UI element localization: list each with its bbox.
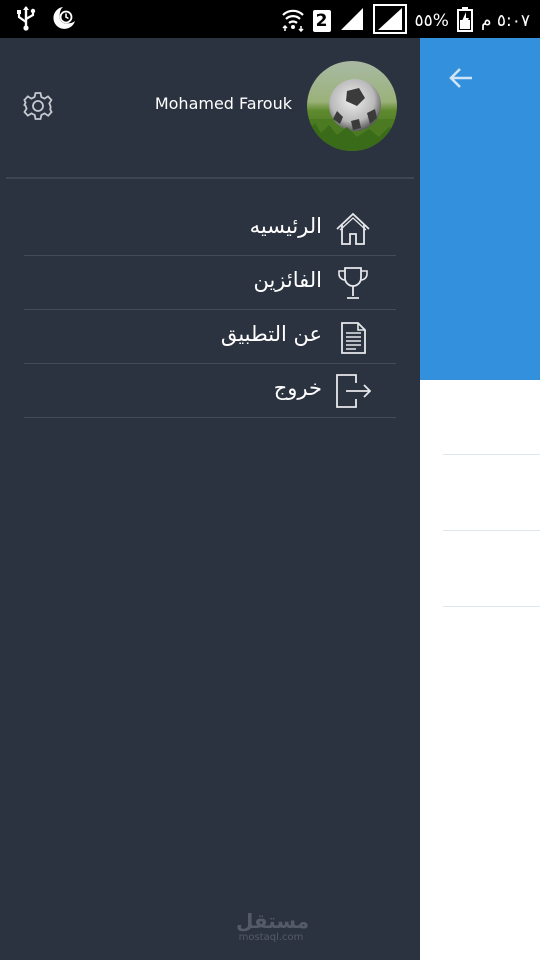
drawer-menu: الرئيسيه الفائزين عن التطبيق خروج <box>24 202 396 418</box>
watermark-logo: مستقل mostaql.com <box>236 909 310 943</box>
battery-charging-icon <box>456 6 473 36</box>
list-divider <box>443 606 540 607</box>
watermark-text: مستقل <box>236 909 310 933</box>
wifi-icon <box>281 6 305 36</box>
signal-icon <box>372 4 407 38</box>
settings-gear-icon[interactable] <box>22 90 54 122</box>
list-divider <box>443 454 540 455</box>
navigation-drawer: Mohamed Farouk الرئيسيه الفائزين عن التط… <box>0 38 420 960</box>
home-icon <box>334 210 372 248</box>
battery-percent: ٥٥% <box>414 11 449 31</box>
signal-icon <box>339 6 365 36</box>
menu-item-logout[interactable]: خروج <box>24 364 396 418</box>
menu-item-label: الفائزين <box>253 268 322 292</box>
alarm-icon <box>50 5 78 35</box>
watermark-subtext: mostaql.com <box>238 932 304 943</box>
menu-item-winners[interactable]: الفائزين <box>24 256 396 310</box>
usb-icon <box>14 5 38 35</box>
trophy-icon <box>334 264 372 302</box>
menu-item-home[interactable]: الرئيسيه <box>24 202 396 256</box>
app-content <box>420 380 540 960</box>
app-header <box>420 38 540 380</box>
user-name: Mohamed Farouk <box>154 94 292 113</box>
menu-item-about[interactable]: عن التطبيق <box>24 310 396 364</box>
avatar[interactable] <box>307 61 397 151</box>
logout-icon <box>334 372 372 410</box>
list-divider <box>443 530 540 531</box>
document-icon <box>334 318 372 356</box>
header-divider <box>6 177 414 179</box>
back-arrow-icon[interactable] <box>448 66 474 94</box>
status-bar: 2 ٥٥% ٥:٠٧ م <box>0 0 540 38</box>
menu-item-label: خروج <box>273 376 322 400</box>
sim-slot-badge: 2 <box>312 10 331 32</box>
clock: ٥:٠٧ م <box>480 11 530 31</box>
menu-item-label: عن التطبيق <box>220 322 322 346</box>
menu-item-label: الرئيسيه <box>249 214 322 238</box>
